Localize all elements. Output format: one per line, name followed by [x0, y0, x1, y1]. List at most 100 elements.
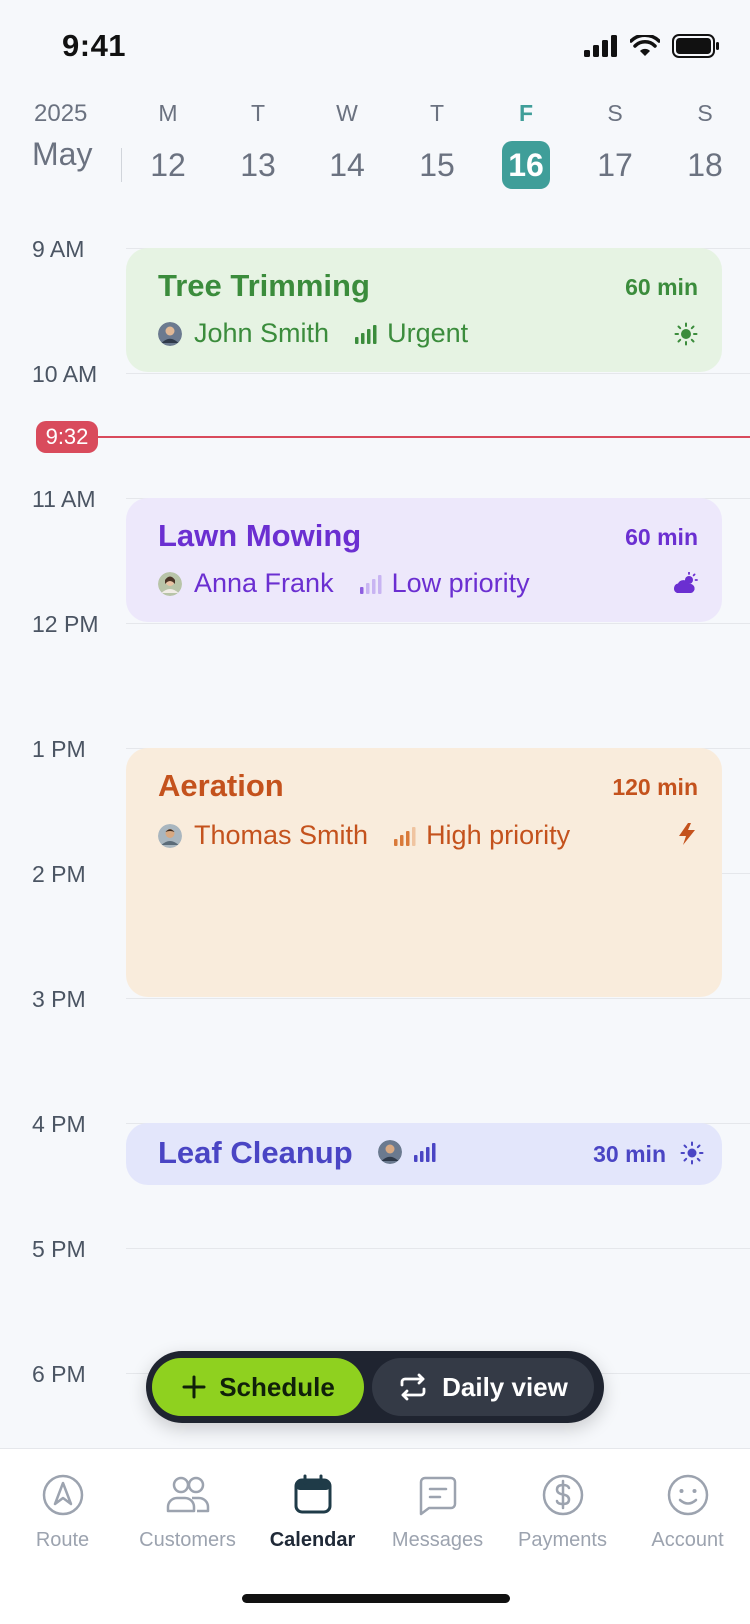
- event-meta: Anna Frank Low priority: [158, 568, 530, 599]
- event-card-lawn-mowing[interactable]: Lawn Mowing 60 min Anna Frank Low priori…: [126, 498, 722, 622]
- event-duration: 60 min: [625, 274, 698, 300]
- day-letter: W: [336, 100, 358, 126]
- event-duration: 120 min: [612, 774, 698, 800]
- day-letter: T: [429, 100, 445, 126]
- status-time: 9:41: [62, 28, 127, 63]
- cloud-sun-icon: [673, 572, 698, 593]
- event-duration: 30 min: [593, 1141, 666, 1167]
- calendar-icon: [294, 1474, 331, 1514]
- priority-bars-icon: [359, 574, 382, 594]
- home-indicator: [242, 1594, 510, 1603]
- day-wed[interactable]: W 14: [307, 92, 387, 189]
- hour-line: [126, 1248, 750, 1249]
- day-number: 15: [419, 147, 455, 183]
- hour-label: 6 PM: [32, 1361, 86, 1387]
- avatar: [158, 571, 182, 596]
- hour-line: [126, 623, 750, 624]
- year-label: 2025: [34, 100, 88, 127]
- event-title: Aeration: [158, 768, 284, 803]
- tab-label: Account: [651, 1529, 724, 1551]
- event-duration: 60 min: [625, 524, 698, 550]
- battery-icon: [672, 34, 719, 58]
- assignee-name: Thomas Smith: [194, 820, 369, 850]
- day-fri-selected[interactable]: F 16: [486, 92, 566, 189]
- tab-messages[interactable]: Messages: [375, 1473, 500, 1552]
- tab-payments[interactable]: Payments: [500, 1473, 625, 1552]
- hour-line: [126, 998, 750, 999]
- tab-label: Customers: [139, 1529, 236, 1551]
- tab-label: Payments: [518, 1529, 607, 1551]
- month-label: May: [32, 136, 93, 172]
- customers-icon: [166, 1476, 209, 1513]
- hour-label: 4 PM: [32, 1111, 86, 1137]
- tab-label: Calendar: [269, 1529, 356, 1551]
- event-title: Lawn Mowing: [158, 518, 362, 553]
- hour-label: 10 AM: [32, 361, 98, 387]
- avatar: [378, 1140, 402, 1164]
- status-icons: [584, 34, 720, 58]
- priority-label: High priority: [426, 820, 571, 850]
- avatar: [158, 321, 182, 346]
- hour-label: 2 PM: [32, 861, 86, 887]
- schedule-button[interactable]: Schedule: [152, 1358, 364, 1416]
- day-number: 13: [240, 147, 276, 183]
- day-letter: T: [250, 100, 266, 126]
- route-icon: [42, 1474, 83, 1516]
- tab-label: Route: [35, 1529, 90, 1551]
- day-number: 17: [597, 147, 633, 183]
- priority-bars-icon: [394, 826, 416, 846]
- payments-icon: [542, 1474, 583, 1516]
- tab-calendar[interactable]: Calendar: [250, 1473, 375, 1552]
- messages-icon: [419, 1476, 456, 1516]
- event-title: Leaf Cleanup: [158, 1135, 353, 1170]
- plus-icon: [182, 1375, 206, 1399]
- day-number: 14: [329, 147, 365, 183]
- tab-customers[interactable]: Customers: [125, 1473, 250, 1552]
- event-card-aeration[interactable]: Aeration 120 min Thomas Smith High prior…: [126, 748, 722, 997]
- avatar: [158, 823, 182, 848]
- priority-label: Low priority: [391, 568, 530, 598]
- tab-route[interactable]: Route: [0, 1473, 125, 1552]
- day-number: 12: [150, 147, 186, 183]
- daily-view-label: Daily view: [442, 1371, 568, 1402]
- sun-icon: [680, 1141, 704, 1165]
- assignee-name: John Smith: [194, 318, 330, 348]
- tab-account[interactable]: Account: [625, 1473, 750, 1552]
- day-sat[interactable]: S 17: [575, 92, 655, 189]
- event-meta: John Smith Urgent: [158, 318, 468, 349]
- day-sun[interactable]: S 18: [665, 92, 745, 189]
- repeat-icon: [400, 1373, 426, 1401]
- floating-action-bar: Schedule Daily view: [146, 1351, 604, 1423]
- event-meta: [378, 1140, 436, 1164]
- day-letter: S: [697, 100, 713, 126]
- tab-label: Messages: [391, 1529, 484, 1551]
- assignee-name: Anna Frank: [194, 568, 334, 598]
- day-thu[interactable]: T 15: [397, 92, 477, 189]
- event-title: Tree Trimming: [158, 268, 370, 303]
- day-number: 16: [502, 141, 550, 189]
- current-time-line: [90, 436, 750, 438]
- week-header: 2025 May M 12 T 13 W 14 T 15 F 16 S 17 S…: [0, 92, 750, 200]
- week-divider: [121, 148, 122, 182]
- wifi-icon: [630, 35, 660, 56]
- lightning-icon: [679, 823, 695, 845]
- hour-label: 12 PM: [32, 611, 99, 637]
- current-time-badge: 9:32: [36, 421, 98, 453]
- cellular-signal-icon: [584, 35, 617, 57]
- day-tue[interactable]: T 13: [218, 92, 298, 189]
- hour-label: 1 PM: [32, 736, 86, 762]
- status-bar: 9:41: [0, 0, 750, 92]
- hour-line: [126, 373, 750, 374]
- event-meta: Thomas Smith High priority: [158, 820, 570, 851]
- priority-bars-icon: [414, 1143, 436, 1162]
- hour-label: 11 AM: [32, 486, 96, 512]
- day-mon[interactable]: M 12: [128, 92, 208, 189]
- account-icon: [667, 1474, 708, 1516]
- daily-view-button[interactable]: Daily view: [372, 1358, 594, 1416]
- priority-bars-icon: [355, 324, 377, 344]
- hour-label: 9 AM: [32, 236, 85, 262]
- event-card-leaf-cleanup[interactable]: Leaf Cleanup 30 min: [126, 1123, 722, 1185]
- day-letter: S: [607, 100, 623, 126]
- day-letter: M: [158, 100, 178, 126]
- event-card-tree-trimming[interactable]: Tree Trimming 60 min John Smith Urgent: [126, 248, 722, 372]
